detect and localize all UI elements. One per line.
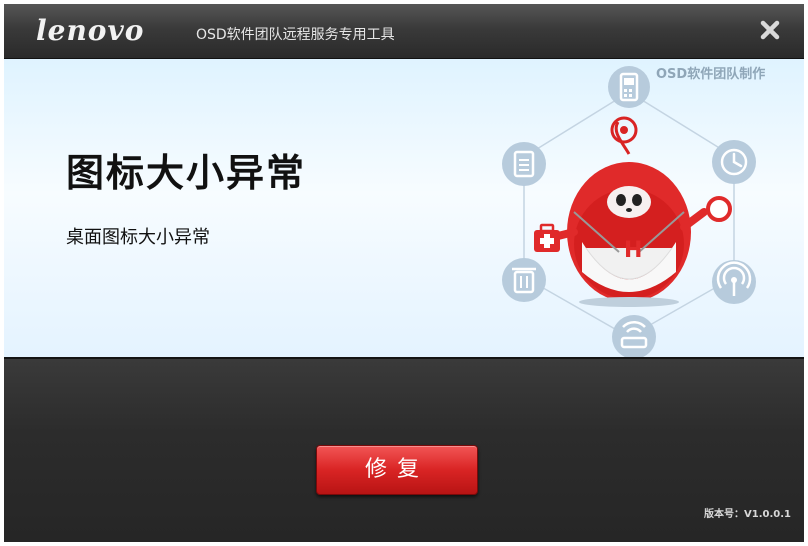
clipboard-icon <box>502 142 546 186</box>
wifi-icon <box>712 260 756 304</box>
mascot-illustration: H <box>502 66 756 357</box>
phone-icon <box>608 66 650 108</box>
app-window: lenovo OSD软件团队远程服务专用工具 图标大小异常 桌面图标大小异常 O… <box>4 4 804 542</box>
trash-icon <box>502 258 546 302</box>
page-title: 图标大小异常 <box>66 151 307 195</box>
lenovo-logo: lenovo <box>36 14 145 47</box>
magnifier-icon <box>706 196 732 222</box>
title-bar: lenovo OSD软件团队远程服务专用工具 <box>4 4 804 59</box>
app-subtitle: OSD软件团队远程服务专用工具 <box>196 27 395 43</box>
close-icon[interactable] <box>756 16 784 44</box>
repair-button[interactable]: 修复 <box>316 445 478 495</box>
mascot-letter: H <box>624 238 642 263</box>
clock-icon <box>712 140 756 184</box>
version-label: 版本号：V1.0.0.1 <box>704 509 791 520</box>
issue-description: 桌面图标大小异常 <box>66 227 210 248</box>
router-icon <box>612 315 656 357</box>
mascot: H <box>534 116 732 307</box>
